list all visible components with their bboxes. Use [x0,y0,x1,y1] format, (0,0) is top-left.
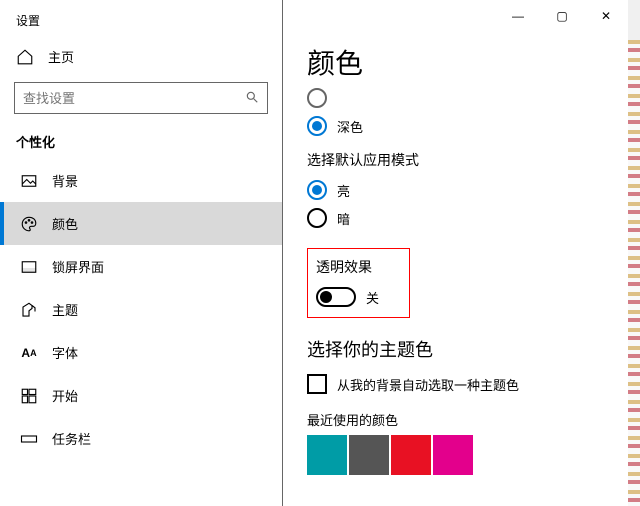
color-swatch[interactable] [433,435,473,475]
close-icon: ✕ [601,9,611,23]
titlebar-controls: — ▢ ✕ [496,0,628,32]
nav-item-start[interactable]: 开始 [0,374,282,417]
radio-icon [307,208,327,228]
taskbar-icon [20,430,38,448]
maximize-button[interactable]: ▢ [540,0,584,32]
nav-item-label: 主题 [52,300,78,319]
sidebar: 设置 主页 个性化 背景 [0,0,282,506]
color-swatch[interactable] [391,435,431,475]
recent-color-swatches [307,435,628,475]
radio-app-mode-light[interactable]: 亮 [307,180,628,200]
home-icon [16,48,34,66]
auto-pick-accent-row[interactable]: 从我的背景自动选取一种主题色 [307,374,628,394]
nav-item-label: 锁屏界面 [52,257,104,276]
radio-icon [307,88,327,108]
auto-pick-label: 从我的背景自动选取一种主题色 [337,375,519,394]
minimize-icon: — [512,9,524,23]
window-title: 设置 [0,8,282,37]
transparency-highlight: 透明效果 关 [307,248,410,318]
radio-icon-selected [307,116,327,136]
page-title: 颜色 [307,42,628,82]
nav-item-label: 任务栏 [52,429,91,448]
transparency-toggle-row: 关 [316,287,379,307]
transparency-label: 透明效果 [316,257,379,277]
radio-label: 暗 [337,209,350,228]
search-input[interactable] [23,91,245,106]
theme-icon [20,301,38,319]
radio-windows-mode-dark[interactable]: 深色 [307,116,628,136]
color-swatch[interactable] [307,435,347,475]
nav-item-colors[interactable]: 颜色 [0,202,282,245]
search-input-container[interactable] [14,82,268,114]
nav-home-label: 主页 [48,47,74,66]
radio-app-mode-dark[interactable]: 暗 [307,208,628,228]
palette-icon [20,215,38,233]
lockscreen-icon [20,258,38,276]
nav-item-themes[interactable]: 主题 [0,288,282,331]
color-swatch[interactable] [349,435,389,475]
checkbox-icon [307,374,327,394]
nav-item-label: 开始 [52,386,78,405]
nav-item-background[interactable]: 背景 [0,159,282,202]
nav-item-taskbar[interactable]: 任务栏 [0,417,282,460]
radio-windows-mode-partial[interactable] [307,88,628,108]
nav-item-label: 字体 [52,343,78,362]
transparency-toggle[interactable] [316,287,356,307]
section-label: 个性化 [0,128,282,159]
close-button[interactable]: ✕ [584,0,628,32]
radio-icon-selected [307,180,327,200]
radio-label: 亮 [337,181,350,200]
start-icon [20,387,38,405]
nav-item-fonts[interactable]: AA 字体 [0,331,282,374]
radio-label: 深色 [337,117,363,136]
nav-item-label: 背景 [52,171,78,190]
transparency-state: 关 [366,288,379,307]
nav-item-label: 颜色 [52,214,78,233]
search-icon [245,90,259,107]
app-mode-label: 选择默认应用模式 [307,150,628,170]
content-pane: — ▢ ✕ 颜色 深色 选择默认应用模式 亮 暗 透明效果 [283,0,628,506]
accent-heading: 选择你的主题色 [307,336,628,362]
picture-icon [20,172,38,190]
recent-colors-label: 最近使用的颜色 [307,410,628,429]
nav-item-lockscreen[interactable]: 锁屏界面 [0,245,282,288]
maximize-icon: ▢ [556,9,567,23]
nav-home[interactable]: 主页 [0,37,282,76]
obscured-window-edge [628,40,640,506]
font-icon: AA [20,344,38,362]
app-mode-group: 选择默认应用模式 亮 暗 [307,150,628,228]
minimize-button[interactable]: — [496,0,540,32]
